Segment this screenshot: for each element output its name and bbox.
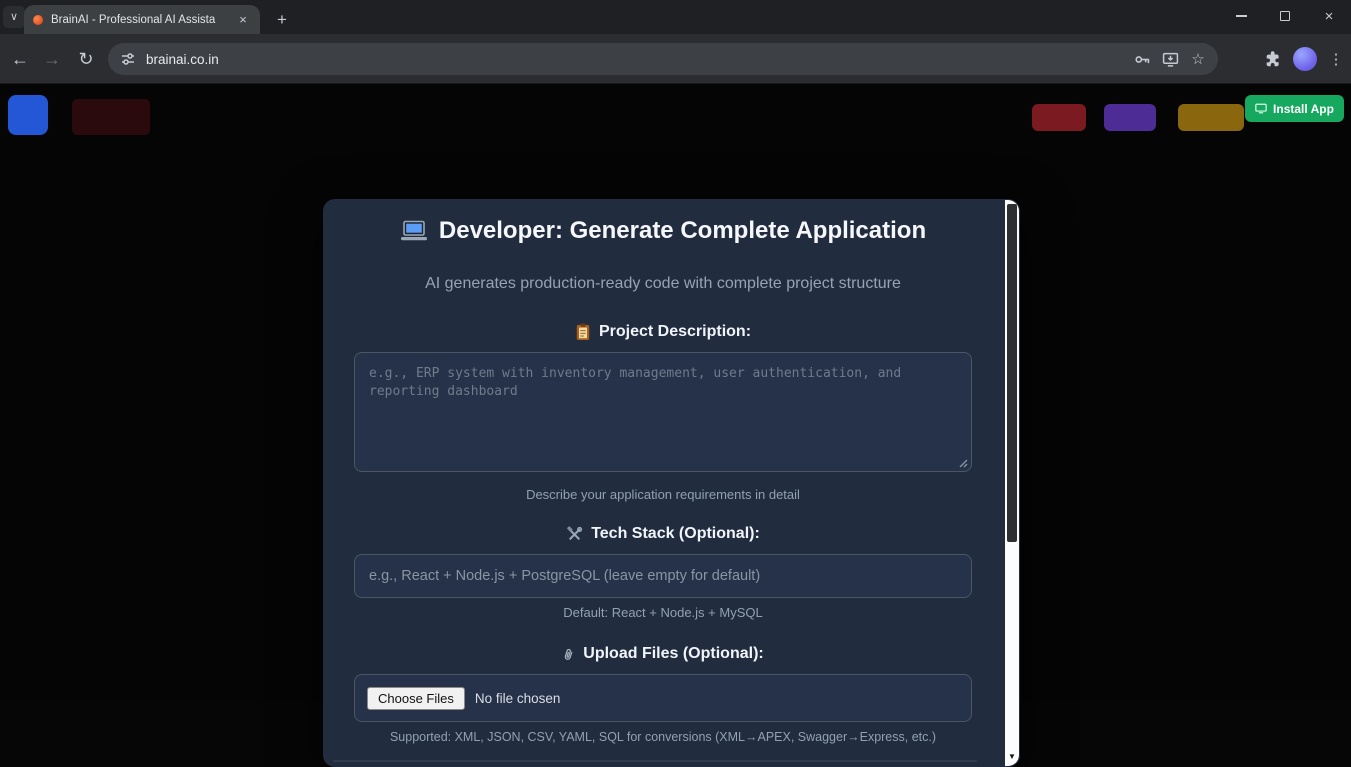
upload-files-label-text: Upload Files (Optional): — [583, 645, 764, 662]
install-app-label: Install App — [1273, 101, 1334, 116]
modal-scrollbar[interactable]: ▼ — [1005, 200, 1019, 766]
project-description-label: Project Description: — [323, 323, 1003, 341]
forward-button[interactable]: → — [36, 43, 68, 75]
password-key-icon[interactable] — [1132, 49, 1152, 69]
toolbar-right-cluster: ⋮ — [1263, 43, 1345, 75]
modal-title: Developer: Generate Complete Application — [323, 217, 1003, 245]
url-text: brainai.co.in — [146, 51, 219, 67]
install-pwa-icon[interactable] — [1160, 49, 1180, 69]
back-button[interactable]: ← — [4, 43, 36, 75]
tech-stack-label: Tech Stack (Optional): — [323, 525, 1003, 543]
window-maximize-button[interactable] — [1263, 0, 1307, 32]
dimmed-button-red[interactable] — [1032, 104, 1086, 131]
paperclip-icon — [565, 648, 573, 660]
modal-content: Developer: Generate Complete Application… — [323, 199, 1003, 767]
upload-files-helper: Supported: XML, JSON, CSV, YAML, SQL for… — [389, 730, 937, 744]
tab-close-icon[interactable]: × — [235, 12, 251, 28]
window-close-button[interactable]: × — [1307, 0, 1351, 32]
tab-search-button[interactable]: ∨ — [3, 6, 25, 28]
window-controls: × — [1219, 0, 1351, 32]
dimmed-button-amber[interactable] — [1178, 104, 1244, 131]
tech-stack-label-text: Tech Stack (Optional): — [591, 525, 760, 542]
chevron-down-icon: ∨ — [9, 11, 19, 23]
page-background: Install App Developer: Generate Complete… — [0, 85, 1351, 767]
tab-title: BrainAI - Professional AI Assista — [51, 13, 216, 26]
clipboard-icon — [576, 323, 590, 340]
modal-title-text: Developer: Generate Complete Application — [438, 217, 927, 244]
site-logo — [8, 95, 48, 135]
laptop-icon — [400, 220, 427, 240]
browser-tab[interactable]: BrainAI - Professional AI Assista × — [24, 5, 260, 34]
reload-button[interactable]: ↻ — [70, 43, 102, 75]
modal-subtitle: AI generates production-ready code with … — [425, 275, 901, 292]
menu-kebab-icon[interactable]: ⋮ — [1327, 50, 1345, 68]
dimmed-brand-text — [72, 99, 150, 135]
site-favicon-icon — [33, 14, 43, 25]
scrollbar-down-arrow[interactable]: ▼ — [1005, 748, 1019, 764]
window-minimize-button[interactable] — [1219, 0, 1263, 32]
minimize-icon — [1235, 15, 1247, 17]
extensions-icon[interactable] — [1263, 49, 1283, 69]
tech-stack-helper: Default: React + Node.js + MySQL — [563, 605, 763, 620]
install-app-icon — [1255, 103, 1267, 114]
file-chosen-status: No file chosen — [474, 690, 561, 706]
project-description-textarea[interactable] — [354, 352, 972, 472]
choose-files-button[interactable]: Choose Files — [367, 686, 465, 710]
site-settings-icon[interactable] — [118, 49, 138, 69]
project-description-helper: Describe your application requirements i… — [526, 487, 800, 502]
tech-stack-input[interactable] — [354, 554, 972, 598]
browser-toolbar: ← → ↻ brainai.co.in ☆ ⋮ — [0, 34, 1351, 84]
file-upload-field[interactable]: Choose Files No file chosen — [354, 674, 972, 722]
section-divider — [333, 760, 977, 762]
new-tab-button[interactable]: + — [270, 8, 294, 32]
profile-avatar[interactable] — [1293, 47, 1317, 71]
bookmark-star-icon[interactable]: ☆ — [1188, 49, 1208, 69]
scrollbar-thumb[interactable] — [1007, 204, 1017, 542]
dimmed-button-purple[interactable] — [1104, 104, 1156, 131]
tab-strip: ∨ BrainAI - Professional AI Assista × + … — [0, 0, 1351, 34]
project-description-label-text: Project Description: — [598, 323, 752, 340]
tools-icon — [567, 525, 583, 540]
maximize-icon — [1280, 11, 1290, 21]
address-bar[interactable]: brainai.co.in ☆ — [108, 43, 1218, 75]
upload-files-label: Upload Files (Optional): — [323, 645, 1003, 663]
install-app-button[interactable]: Install App — [1245, 95, 1344, 122]
developer-modal: Developer: Generate Complete Application… — [323, 199, 1020, 767]
